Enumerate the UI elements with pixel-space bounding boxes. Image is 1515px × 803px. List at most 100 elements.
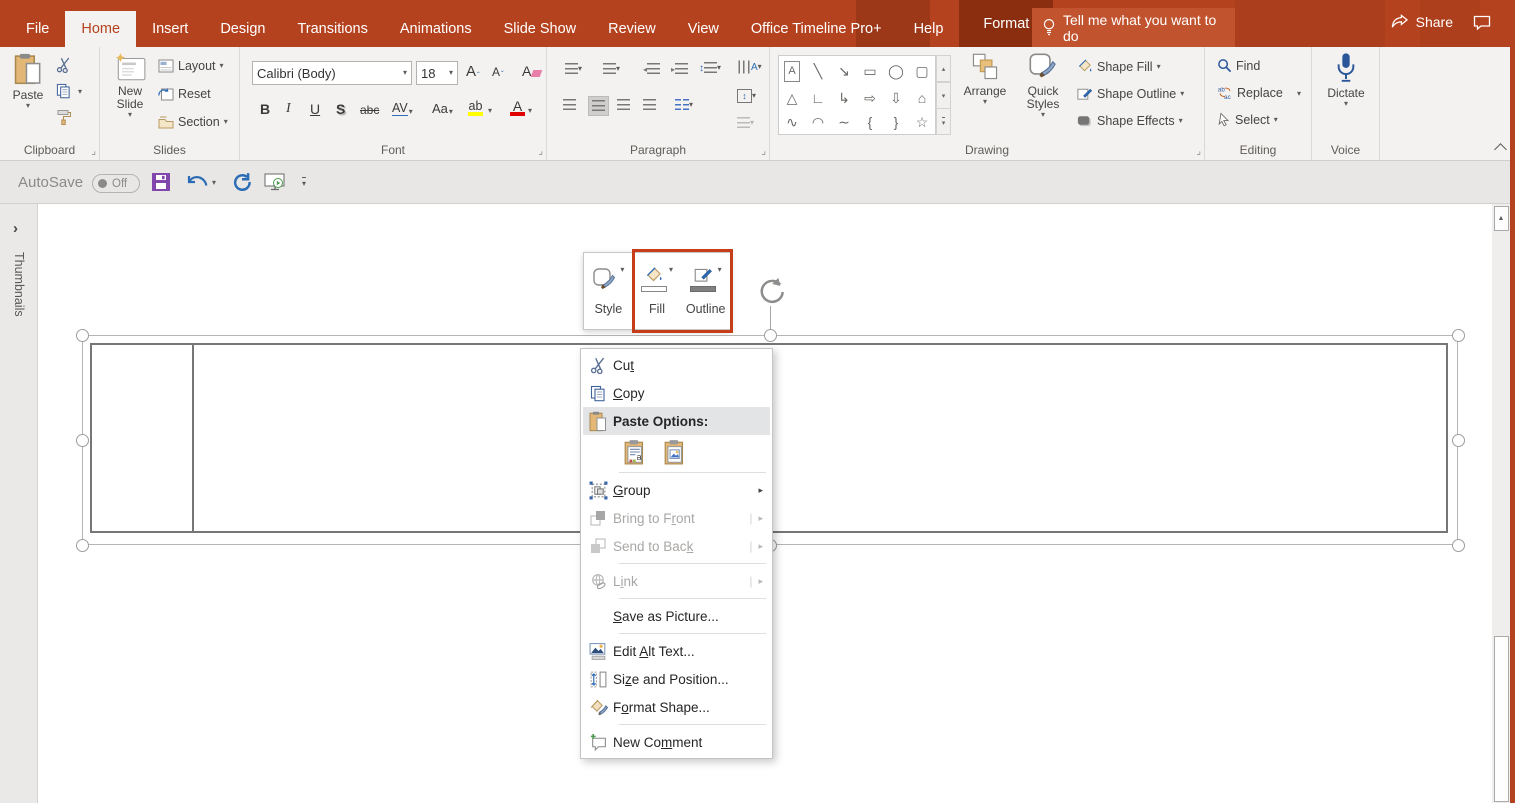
- text-shadow-button[interactable]: S: [336, 101, 345, 117]
- grow-font-button[interactable]: Aˆ: [466, 63, 480, 80]
- shrink-font-button[interactable]: Aˇ: [492, 65, 504, 79]
- clipboard-dialog-launcher[interactable]: ⌟: [91, 146, 96, 157]
- highlight-dropdown-icon[interactable]: ▾: [488, 107, 492, 115]
- gallery-scroll-up-button[interactable]: ▴: [936, 55, 951, 82]
- shape-elbow-arrow-connector[interactable]: ↳: [831, 87, 857, 111]
- shape-elbow-connector[interactable]: ∟: [805, 87, 831, 111]
- increase-indent-button[interactable]: ▸: [671, 63, 688, 75]
- bold-button[interactable]: B: [260, 101, 270, 117]
- font-color-button[interactable]: A: [510, 101, 525, 116]
- paste-button[interactable]: Paste ▾: [4, 52, 52, 142]
- vertical-scrollbar[interactable]: ▲: [1492, 204, 1510, 803]
- highlight-color-button[interactable]: ab: [468, 101, 483, 116]
- shape-right-arrow[interactable]: ⇨: [857, 87, 883, 111]
- layout-button[interactable]: Layout▾: [158, 59, 224, 73]
- tab-help[interactable]: Help: [898, 11, 960, 47]
- save-button[interactable]: [152, 173, 170, 191]
- shape-arc[interactable]: ◠: [805, 110, 831, 134]
- find-button[interactable]: Find: [1217, 58, 1260, 73]
- rotate-handle[interactable]: [755, 276, 787, 308]
- shape-rounded-rectangle[interactable]: ▢: [909, 56, 935, 87]
- paste-keep-source-formatting-button[interactable]: a: [623, 438, 649, 466]
- start-from-beginning-button[interactable]: [264, 172, 286, 192]
- shape-star[interactable]: ☆: [909, 110, 935, 134]
- columns-button[interactable]: ▾: [675, 99, 693, 111]
- character-spacing-button[interactable]: AV▾: [392, 101, 413, 116]
- tab-office-timeline-pro[interactable]: Office Timeline Pro+: [735, 11, 898, 47]
- shape-isosceles-triangle[interactable]: △: [779, 87, 805, 111]
- menu-item-group[interactable]: Group▸: [583, 476, 770, 504]
- share-button[interactable]: Share: [1390, 13, 1453, 30]
- shape-outline-button[interactable]: Shape Outline▾: [1076, 85, 1184, 102]
- tellme-box[interactable]: Tell me what you want to do: [1032, 8, 1235, 47]
- resize-handle-bottom-right[interactable]: [1452, 539, 1465, 552]
- change-case-button[interactable]: Aa▾: [432, 101, 453, 116]
- scrollbar-thumb[interactable]: [1494, 636, 1509, 802]
- select-button[interactable]: Select▾: [1217, 112, 1278, 127]
- paragraph-dialog-launcher[interactable]: ⌟: [761, 146, 766, 157]
- drawing-dialog-launcher[interactable]: ⌟: [1196, 146, 1201, 157]
- convert-smartart-button[interactable]: ▾: [737, 117, 754, 129]
- shape-curve[interactable]: ∼: [831, 110, 857, 134]
- menu-item-size-and-position[interactable]: Size and Position...: [583, 665, 770, 693]
- shape-fill-button[interactable]: Shape Fill▾: [1076, 58, 1161, 75]
- shape-line-arrow[interactable]: ↘: [831, 56, 857, 87]
- underline-button[interactable]: U: [310, 101, 320, 117]
- font-dialog-launcher[interactable]: ⌟: [538, 146, 543, 157]
- shape-right-brace[interactable]: }: [883, 110, 909, 134]
- tab-design[interactable]: Design: [204, 11, 281, 47]
- menu-item-copy[interactable]: Copy: [583, 379, 770, 407]
- new-slide-button[interactable]: New Slide ▾: [106, 52, 154, 142]
- shape-oval[interactable]: ◯: [883, 56, 909, 87]
- thumbnails-panel-collapsed[interactable]: › Thumbnails: [0, 204, 38, 803]
- replace-button[interactable]: abac Replace: [1217, 85, 1283, 100]
- numbering-button[interactable]: ▾: [603, 63, 620, 75]
- quick-styles-button[interactable]: Quick Styles ▾: [1016, 52, 1070, 142]
- shape-freeform[interactable]: ⌂: [909, 87, 935, 111]
- shape-scribble[interactable]: ∿: [779, 110, 805, 134]
- resize-handle-top-left[interactable]: [76, 329, 89, 342]
- menu-item-new-comment[interactable]: New Comment: [583, 728, 770, 756]
- customize-qat-icon[interactable]: ▾: [302, 177, 306, 188]
- copy-dropdown-icon[interactable]: ▾: [78, 88, 82, 96]
- tab-review[interactable]: Review: [592, 11, 672, 47]
- bullets-button[interactable]: ▾: [565, 63, 582, 75]
- font-size-combobox[interactable]: 18 ▾: [416, 61, 458, 85]
- collapse-ribbon-icon[interactable]: [1494, 143, 1507, 156]
- scrollbar-up-button[interactable]: ▲: [1494, 206, 1509, 231]
- replace-dropdown-icon[interactable]: ▾: [1297, 90, 1301, 98]
- shape-rectangle[interactable]: ▭: [857, 56, 883, 87]
- style-button[interactable]: ▾ Style: [584, 253, 633, 329]
- font-name-combobox[interactable]: Calibri (Body) ▾: [252, 61, 412, 85]
- menu-item-format-shape[interactable]: Format Shape...: [583, 693, 770, 721]
- text-direction-button[interactable]: A▾: [737, 61, 762, 73]
- tab-transitions[interactable]: Transitions: [281, 11, 383, 47]
- arrange-button[interactable]: Arrange ▾: [958, 52, 1012, 142]
- align-left-button[interactable]: [563, 99, 576, 111]
- format-painter-button[interactable]: [56, 109, 72, 125]
- align-text-button[interactable]: ↕▾: [737, 89, 756, 103]
- shape-down-arrow[interactable]: ⇩: [883, 87, 909, 111]
- align-right-button[interactable]: [617, 99, 630, 111]
- menu-item-save-as-picture[interactable]: Save as Picture...: [583, 602, 770, 630]
- shape-line[interactable]: ╲: [805, 56, 831, 87]
- resize-handle-middle-left[interactable]: [76, 434, 89, 447]
- dictate-button[interactable]: Dictate ▾: [1322, 52, 1370, 142]
- shape-left-brace[interactable]: {: [857, 110, 883, 134]
- line-spacing-button[interactable]: ↕▾: [699, 62, 721, 74]
- justify-button[interactable]: [643, 99, 656, 111]
- decrease-indent-button[interactable]: ◂: [643, 63, 660, 75]
- align-center-button[interactable]: [589, 97, 608, 115]
- shape-text-box[interactable]: A: [784, 61, 800, 82]
- redo-button[interactable]: [232, 172, 252, 192]
- gallery-more-button[interactable]: ▾: [936, 109, 951, 135]
- shape-effects-button[interactable]: Shape Effects▾: [1076, 112, 1183, 129]
- resize-handle-middle-right[interactable]: [1452, 434, 1465, 447]
- tab-view[interactable]: View: [672, 11, 735, 47]
- tab-animations[interactable]: Animations: [384, 11, 488, 47]
- undo-dropdown-icon[interactable]: ▾: [212, 179, 216, 187]
- clear-formatting-button[interactable]: A: [522, 63, 541, 79]
- undo-button[interactable]: [186, 172, 208, 191]
- tab-insert[interactable]: Insert: [136, 11, 204, 47]
- menu-item-edit-alt-text[interactable]: Edit Alt Text...: [583, 637, 770, 665]
